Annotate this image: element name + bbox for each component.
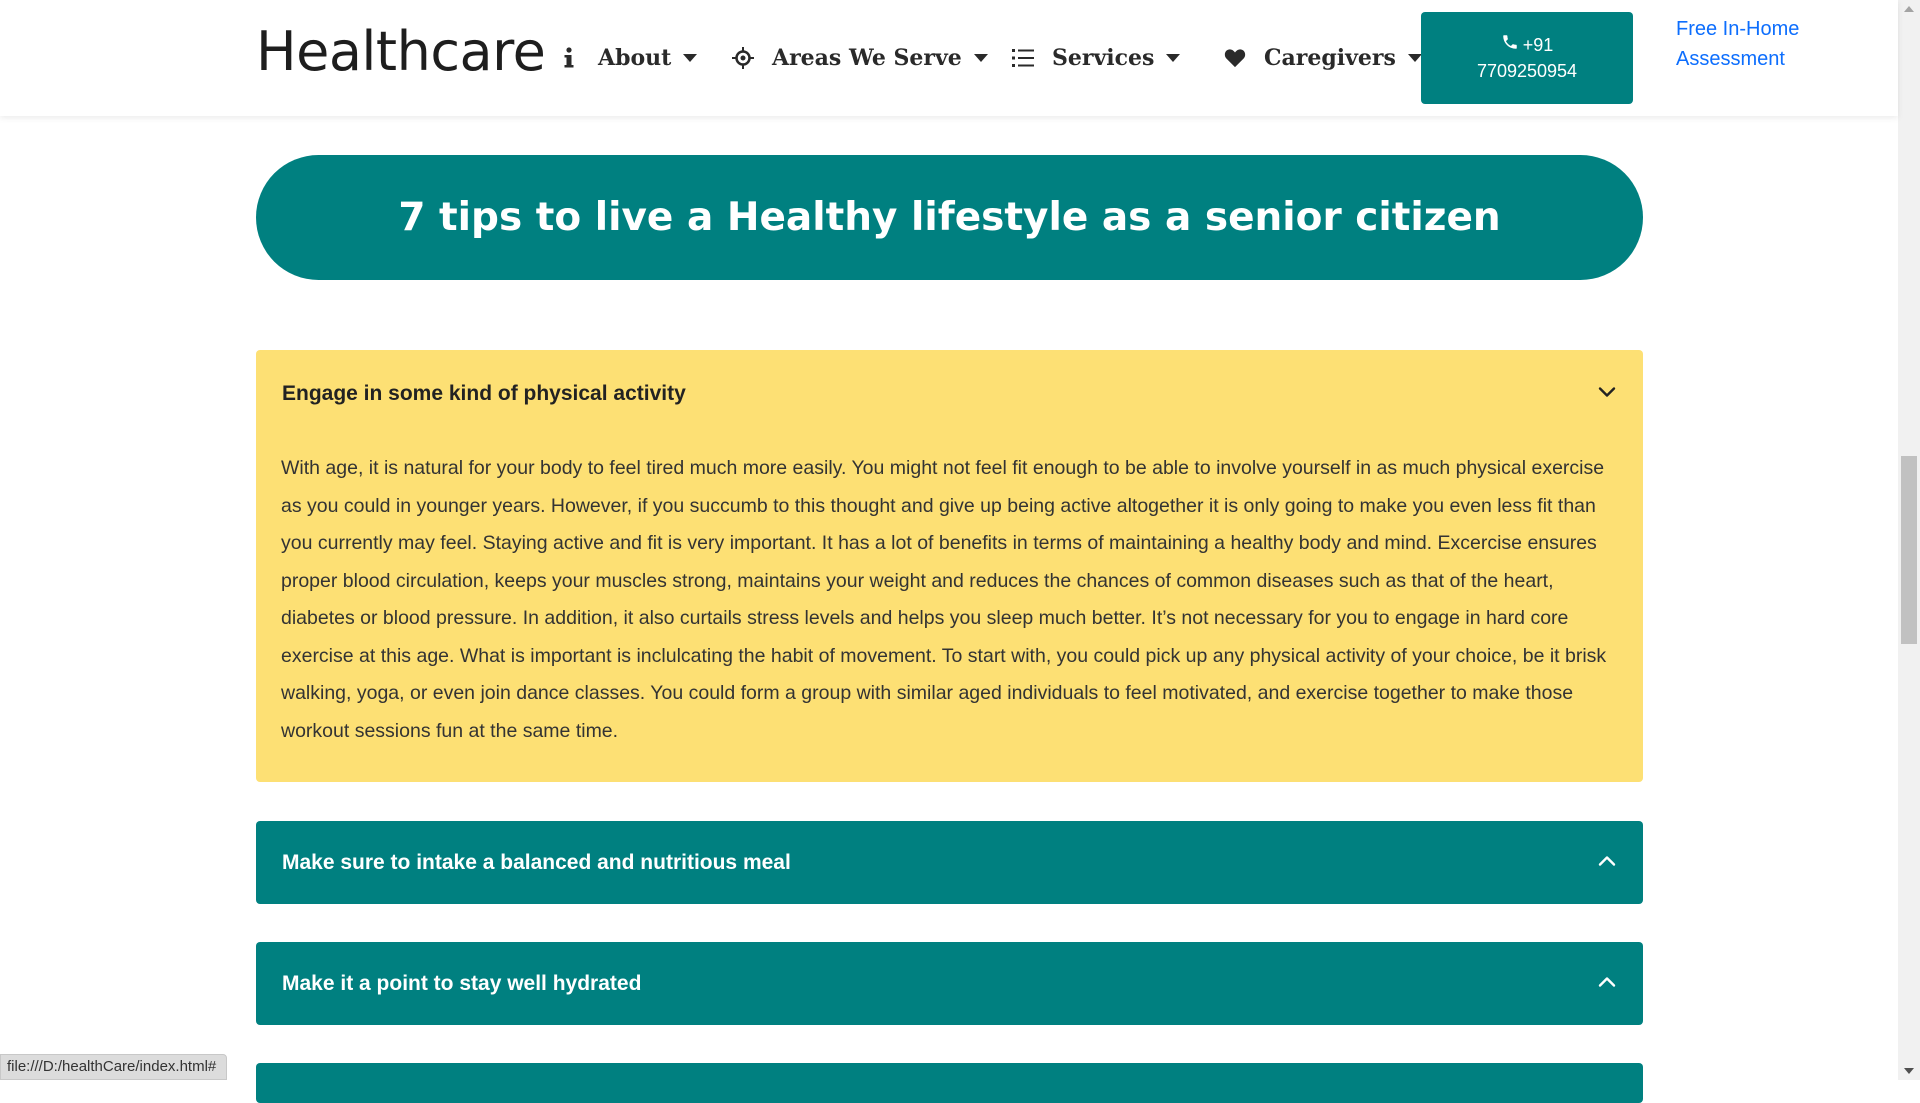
accordion-body-text: With age, it is natural for your body to… <box>281 457 1607 742</box>
accordion-title: Make sure to intake a balanced and nutri… <box>282 850 791 874</box>
caret-down-icon <box>1407 54 1422 62</box>
nav-caregivers-label: Caregivers <box>1264 45 1396 71</box>
scroll-down-arrow-icon[interactable] <box>1904 1068 1914 1074</box>
accordion-title: Engage in some kind of physical activity <box>282 382 686 405</box>
nav-services-label: Services <box>1052 45 1155 71</box>
caret-down-icon <box>1166 54 1181 62</box>
call-phone-button[interactable]: +91 7709250954 <box>1421 12 1633 104</box>
phone-prefix: +91 <box>1522 35 1554 55</box>
chevron-down-icon <box>1597 382 1617 406</box>
nav-about-label: About <box>598 45 672 71</box>
nav-caregivers-dropdown[interactable]: Caregivers <box>1222 42 1422 74</box>
page-scrollbar[interactable] <box>1898 0 1920 1080</box>
accordion-header-physical-activity[interactable]: Engage in some kind of physical activity <box>282 380 1617 408</box>
chevron-up-icon <box>1597 972 1617 996</box>
scroll-up-arrow-icon[interactable] <box>1904 6 1914 12</box>
navbar: Healthcare About Areas We Serve Services… <box>0 0 1898 116</box>
accordion-item-hydration[interactable]: Make it a point to stay well hydrated <box>256 942 1643 1025</box>
accordion-item-nutrition[interactable]: Make sure to intake a balanced and nutri… <box>256 821 1643 904</box>
page-title: 7 tips to live a Healthy lifestyle as a … <box>398 195 1501 240</box>
nav-about-dropdown[interactable]: About <box>556 42 698 74</box>
caret-down-icon <box>973 54 988 62</box>
browser-status-url: file:///D:/healthCare/index.html# <box>0 1054 228 1080</box>
hero-banner: 7 tips to live a Healthy lifestyle as a … <box>256 155 1643 280</box>
chevron-up-icon <box>1597 851 1617 875</box>
scrollbar-thumb[interactable] <box>1901 456 1917 644</box>
accordion-title: Make it a point to stay well hydrated <box>282 971 642 995</box>
accordion-item-next[interactable] <box>256 1063 1643 1103</box>
free-assessment-link[interactable]: Free In-Home Assessment <box>1676 14 1826 74</box>
phone-icon <box>1501 32 1519 58</box>
accordion-header-hydration[interactable]: Make it a point to stay well hydrated <box>282 942 1617 1025</box>
caret-down-icon <box>683 54 698 62</box>
brand-logo[interactable]: Healthcare <box>256 20 546 83</box>
crosshair-icon <box>730 45 756 71</box>
phone-number: 7709250954 <box>1476 61 1578 81</box>
nav-services-dropdown[interactable]: Services <box>1010 42 1181 74</box>
info-icon <box>556 45 582 71</box>
heart-icon <box>1222 45 1248 71</box>
nav-areas-label: Areas We Serve <box>772 45 962 71</box>
accordion-header-nutrition[interactable]: Make sure to intake a balanced and nutri… <box>282 821 1617 904</box>
nav-areas-dropdown[interactable]: Areas We Serve <box>730 42 988 74</box>
accordion-item-physical-activity: Engage in some kind of physical activity… <box>256 350 1643 782</box>
list-icon <box>1010 45 1036 71</box>
